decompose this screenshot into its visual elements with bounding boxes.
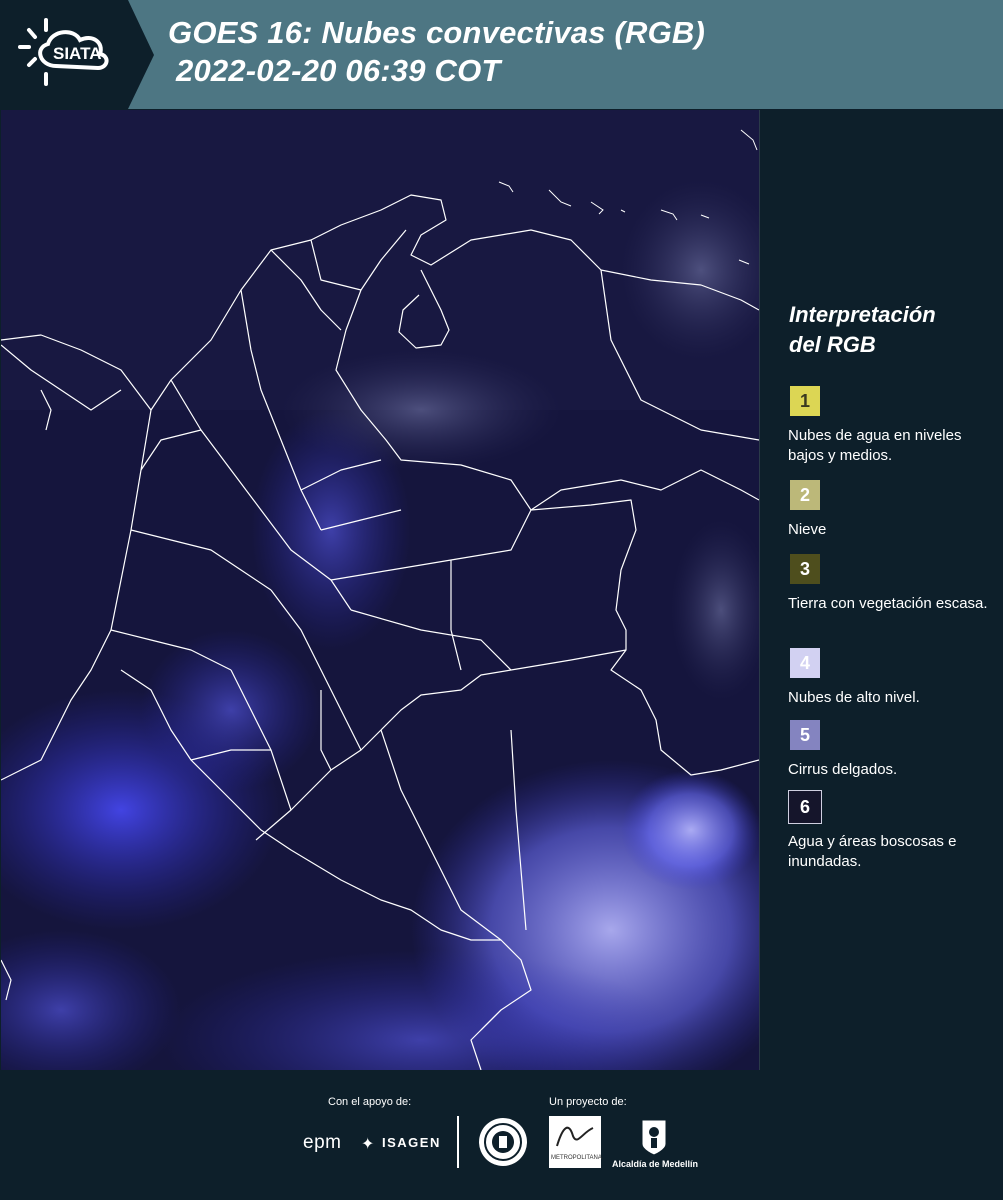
- footer: Con el apoyo de: epm ✦ ISAGEN Un proyect…: [0, 1072, 1003, 1200]
- isagen-logo: ISAGEN: [382, 1135, 441, 1150]
- epm-logo: epm: [303, 1132, 342, 1153]
- siata-logo-text: SIATA: [53, 44, 102, 63]
- legend-item-1: 1 Nubes de agua en niveles bajos y medio…: [788, 384, 988, 466]
- legend-title-line2: del RGB: [789, 332, 876, 357]
- legend-swatch-4: 4: [788, 646, 822, 680]
- legend-item-6: 6 Agua y áreas boscosas e inundadas.: [788, 790, 988, 872]
- legend-item-3: 3 Tierra con vegetación escasa.: [788, 552, 988, 614]
- legend-label-4: Nubes de alto nivel.: [788, 689, 920, 706]
- medellin-seal-icon: [479, 1118, 527, 1166]
- header: SIATA GOES 16: Nubes convectivas (RGB) 2…: [0, 0, 1003, 109]
- alcaldia-label: Alcaldía de Medellín: [612, 1159, 699, 1169]
- legend-label-6: Agua y áreas boscosas e inundadas.: [788, 833, 957, 870]
- title-line1: GOES 16: Nubes convectivas (RGB): [168, 15, 706, 50]
- legend-item-2: 2 Nieve: [788, 478, 988, 540]
- support-label: Con el apoyo de:: [328, 1096, 412, 1108]
- satellite-map: [1, 110, 760, 1070]
- legend-item-4: 4 Nubes de alto nivel.: [788, 646, 988, 708]
- legend-item-5: 5 Cirrus delgados.: [788, 718, 988, 780]
- area-caption: METROPOLITANA: [551, 1155, 602, 1161]
- project-label: Un proyecto de:: [549, 1096, 627, 1108]
- legend-swatch-3: 3: [788, 552, 822, 586]
- legend-label-3: Tierra con vegetación escasa.: [788, 595, 988, 612]
- legend-swatch-6: 6: [788, 790, 822, 824]
- legend-title-line1: Interpretación: [789, 302, 936, 327]
- siata-logo: SIATA: [0, 0, 154, 109]
- page-title: GOES 16: Nubes convectivas (RGB) 2022-02…: [168, 14, 705, 90]
- legend-swatch-1: 1: [788, 384, 822, 418]
- footer-divider: [457, 1116, 459, 1168]
- legend-label-5: Cirrus delgados.: [788, 761, 898, 778]
- legend-title: Interpretación del RGB: [789, 300, 986, 360]
- legend: Interpretación del RGB 1 Nubes de agua e…: [776, 300, 988, 870]
- alcaldia-shield-icon: [641, 1119, 667, 1156]
- legend-swatch-5: 5: [788, 718, 822, 752]
- legend-label-1: Nubes de agua en niveles bajos y medios.: [788, 427, 962, 464]
- title-timestamp: 2022-02-20 06:39 COT: [176, 53, 501, 88]
- isagen-logo-icon: ✦: [361, 1136, 375, 1153]
- legend-swatch-2: 2: [788, 478, 822, 512]
- legend-label-2: Nieve: [788, 521, 827, 538]
